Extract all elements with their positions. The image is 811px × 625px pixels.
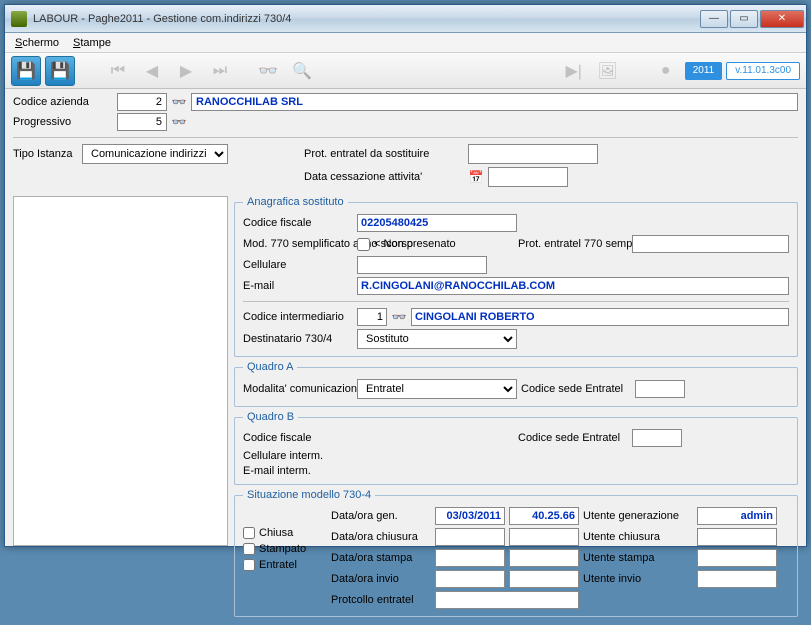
stampa-user-input[interactable] <box>697 549 777 567</box>
prev-icon[interactable]: ◀ <box>137 56 167 86</box>
non-presentato-label: < Non presenato <box>374 238 456 250</box>
chius-user-input[interactable] <box>697 528 777 546</box>
email-interm-label: E-mail interm. <box>243 465 353 477</box>
entratel-check[interactable] <box>243 559 255 571</box>
picture-icon[interactable]: 🖼 <box>593 56 623 86</box>
lookup-icon[interactable]: 👓 <box>171 114 187 130</box>
prot-sost-label: Prot. entratel da sostituire <box>304 148 464 160</box>
chius-user-label: Utente chiusura <box>583 531 693 543</box>
calendar-icon[interactable]: 📅 <box>468 169 484 185</box>
menu-schermo[interactable]: Schermo <box>9 35 65 51</box>
lookup-icon[interactable]: 👓 <box>171 94 187 110</box>
app-window: LABOUR - Paghe2011 - Gestione com.indiri… <box>4 4 807 547</box>
situazione-legend: Situazione modello 730-4 <box>243 489 375 501</box>
prot-entratel-label: Protcollo entratel <box>331 594 431 606</box>
prot-entratel-input[interactable] <box>435 591 579 609</box>
modalita-label: Modalita' comunicazione <box>243 383 353 395</box>
m770-label: Mod. 770 semplificato anno scorso <box>243 238 353 250</box>
gen-user-label: Utente generazione <box>583 510 693 522</box>
progressivo-input[interactable] <box>117 113 167 131</box>
stampa-user-label: Utente stampa <box>583 552 693 564</box>
intermediario-label: Codice intermediario <box>243 311 353 323</box>
titlebar: LABOUR - Paghe2011 - Gestione com.indiri… <box>5 5 806 33</box>
cellulare-label: Cellulare <box>243 259 353 271</box>
menu-bar: Schermo Stampe <box>5 33 806 53</box>
search-icon[interactable]: 🔍 <box>287 56 317 86</box>
next-icon[interactable]: ▶ <box>171 56 201 86</box>
intermediario-code-input[interactable] <box>357 308 387 326</box>
cf-input[interactable] <box>357 214 517 232</box>
situazione-fieldset: Situazione modello 730-4 Chiusa Stampato… <box>234 489 798 617</box>
version-badge: v.11.01.3c00 <box>726 62 800 80</box>
window-title: LABOUR - Paghe2011 - Gestione com.indiri… <box>33 13 700 25</box>
sede-b-input[interactable] <box>632 429 682 447</box>
invio-date-input[interactable] <box>435 570 505 588</box>
anagrafica-fieldset: Anagrafica sostituto Codice fiscale Mod.… <box>234 196 798 357</box>
sede-b-label: Codice sede Entratel <box>518 432 628 444</box>
gen-label: Data/ora gen. <box>331 510 431 522</box>
chiusa-check[interactable] <box>243 527 255 539</box>
invio-user-label: Utente invio <box>583 573 693 585</box>
data-cess-label: Data cessazione attivita' <box>304 171 464 183</box>
quadro-a-legend: Quadro A <box>243 361 297 373</box>
app-icon <box>11 11 27 27</box>
invio-user-input[interactable] <box>697 570 777 588</box>
data-cess-input[interactable] <box>488 167 568 187</box>
cellulare-input[interactable] <box>357 256 487 274</box>
stampa-time-input[interactable] <box>509 549 579 567</box>
quadro-b-fieldset: Quadro B Codice fiscale Codice sede Entr… <box>234 411 798 485</box>
intermediario-name-input[interactable] <box>411 308 789 326</box>
progressivo-label: Progressivo <box>13 116 113 128</box>
prot770-label: Prot. entratel 770 semplificato <box>518 238 628 250</box>
gen-time-input[interactable] <box>509 507 579 525</box>
year-badge: 2011 <box>685 62 723 80</box>
company-name-input[interactable] <box>191 93 798 111</box>
gen-date-input[interactable] <box>435 507 505 525</box>
codice-azienda-input[interactable] <box>117 93 167 111</box>
destinatario-label: Destinatario 730/4 <box>243 333 353 345</box>
invio-label: Data/ora invio <box>331 573 431 585</box>
invio-time-input[interactable] <box>509 570 579 588</box>
close-button[interactable]: ✕ <box>760 10 804 28</box>
save-all-icon[interactable]: 💾 <box>45 56 75 86</box>
tree-panel[interactable] <box>13 196 228 546</box>
chius-time-input[interactable] <box>509 528 579 546</box>
cf-label: Codice fiscale <box>243 217 353 229</box>
non-presentato-check[interactable] <box>357 238 370 251</box>
camera-icon[interactable]: ▶| <box>559 56 589 86</box>
lookup-icon[interactable]: 👓 <box>391 309 407 325</box>
email-input[interactable] <box>357 277 789 295</box>
quadro-a-fieldset: Quadro A Modalita' comunicazione Entrate… <box>234 361 798 407</box>
gen-user-input[interactable] <box>697 507 777 525</box>
toolbar: 💾 💾 ⏮ ◀ ▶ ⏭ 👓 🔍 ▶| 🖼 ● 2011 v.11.01.3c00 <box>5 53 806 89</box>
chius-label: Data/ora chiusura <box>331 531 431 543</box>
tipo-istanza-select[interactable]: Comunicazione indirizzi <box>82 144 228 164</box>
first-icon[interactable]: ⏮ <box>103 56 133 86</box>
stampa-date-input[interactable] <box>435 549 505 567</box>
sede-a-input[interactable] <box>635 380 685 398</box>
save-icon[interactable]: 💾 <box>11 56 41 86</box>
tipo-istanza-label: Tipo Istanza <box>13 148 78 160</box>
prot770-input[interactable] <box>632 235 789 253</box>
codice-azienda-label: Codice azienda <box>13 96 113 108</box>
minimize-button[interactable]: — <box>700 10 728 28</box>
chius-date-input[interactable] <box>435 528 505 546</box>
stampato-check[interactable] <box>243 543 255 555</box>
binoculars-icon[interactable]: 👓 <box>253 56 283 86</box>
email-label: E-mail <box>243 280 353 292</box>
sede-a-label: Codice sede Entratel <box>521 383 631 395</box>
menu-stampe[interactable]: Stampe <box>67 35 117 51</box>
anagrafica-legend: Anagrafica sostituto <box>243 196 348 208</box>
prot-sost-input[interactable] <box>468 144 598 164</box>
maximize-button[interactable]: ▭ <box>730 10 758 28</box>
cell-interm-label: Cellulare interm. <box>243 450 353 462</box>
stampa-label: Data/ora stampa <box>331 552 431 564</box>
globe-icon[interactable]: ● <box>651 56 681 86</box>
destinatario-select[interactable]: Sostituto <box>357 329 517 349</box>
modalita-select[interactable]: Entratel <box>357 379 517 399</box>
quadro-b-legend: Quadro B <box>243 411 298 423</box>
cf-b-label: Codice fiscale <box>243 432 353 444</box>
last-icon[interactable]: ⏭ <box>205 56 235 86</box>
